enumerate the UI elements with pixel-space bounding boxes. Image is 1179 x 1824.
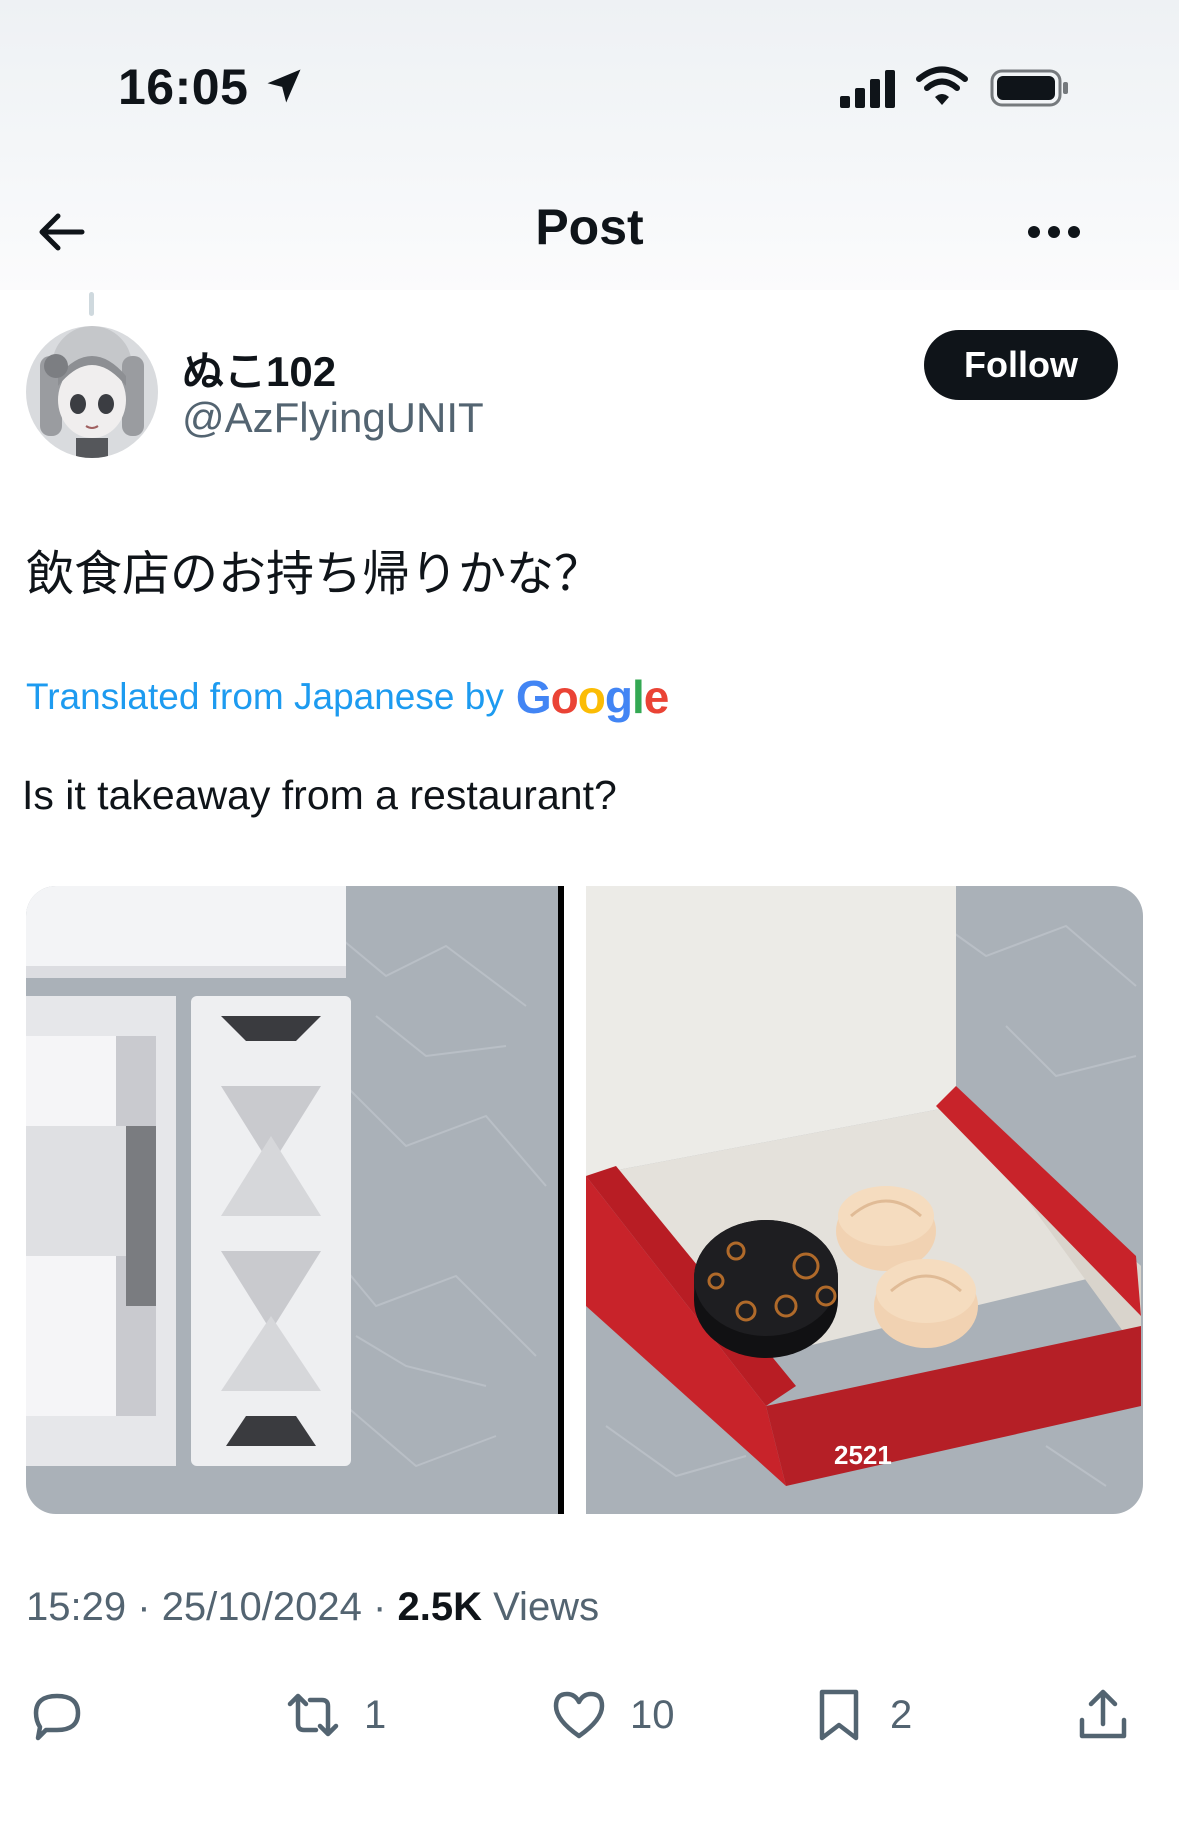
photo-empty-box-packaging[interactable] [26, 886, 558, 1514]
reply-button[interactable] [26, 1680, 108, 1750]
status-time: 16:05 [118, 59, 249, 115]
page-title: Post [535, 199, 644, 255]
cellular-signal-icon [840, 70, 895, 108]
like-count: 10 [630, 1692, 675, 1737]
post-actions-bar: 1 10 2 [0, 1680, 1179, 1760]
post-time: 15:29 [26, 1585, 127, 1629]
repost-icon [287, 1693, 339, 1737]
translation-label: Translated from Japanese by [26, 676, 504, 717]
google-logo: Google [515, 671, 669, 723]
repost-count: 1 [364, 1692, 387, 1737]
like-button[interactable]: 10 [548, 1680, 675, 1750]
follow-button[interactable]: Follow [924, 330, 1118, 400]
battery-icon [990, 69, 1068, 107]
meta-separator: · [373, 1585, 387, 1629]
post-date: 25/10/2024 [161, 1585, 362, 1629]
photo-red-box-with-faces[interactable]: 2521 [586, 886, 1143, 1514]
share-button[interactable] [1072, 1680, 1134, 1750]
views-label[interactable]: Views [493, 1585, 599, 1629]
location-arrow-icon [267, 69, 301, 103]
wifi-icon [916, 66, 968, 105]
status-bar: 16:05 [0, 0, 1179, 170]
views-count: 2.5K [397, 1585, 482, 1629]
avatar[interactable] [26, 326, 158, 458]
translated-post-text: Is it takeaway from a restaurant? [22, 772, 617, 818]
bookmark-count: 2 [890, 1692, 913, 1737]
media-gallery: 2521 [26, 886, 1143, 1514]
post-text: 飲食店のお持ち帰りかな？ [26, 546, 603, 602]
post-metadata: 15:29 · 25/10/2024 · 2.5K Views [26, 1585, 599, 1630]
translation-attribution[interactable]: Translated from Japanese by Google [26, 670, 669, 724]
repost-button[interactable]: 1 [282, 1680, 386, 1750]
bookmark-button[interactable]: 2 [808, 1680, 912, 1750]
author-display-name[interactable]: ぬこ102 [182, 338, 336, 399]
thread-connector-line [89, 292, 94, 316]
more-options-icon[interactable] [1022, 212, 1086, 252]
bookmark-icon [819, 1689, 859, 1741]
reply-icon [33, 1693, 81, 1741]
navigation-bar: Post [0, 170, 1179, 290]
share-icon [1079, 1689, 1127, 1739]
author-handle[interactable]: @AzFlyingUNIT [182, 394, 484, 442]
box-label-number: 2521 [834, 1440, 892, 1470]
meta-separator: · [137, 1585, 151, 1629]
heart-icon [553, 1691, 605, 1739]
